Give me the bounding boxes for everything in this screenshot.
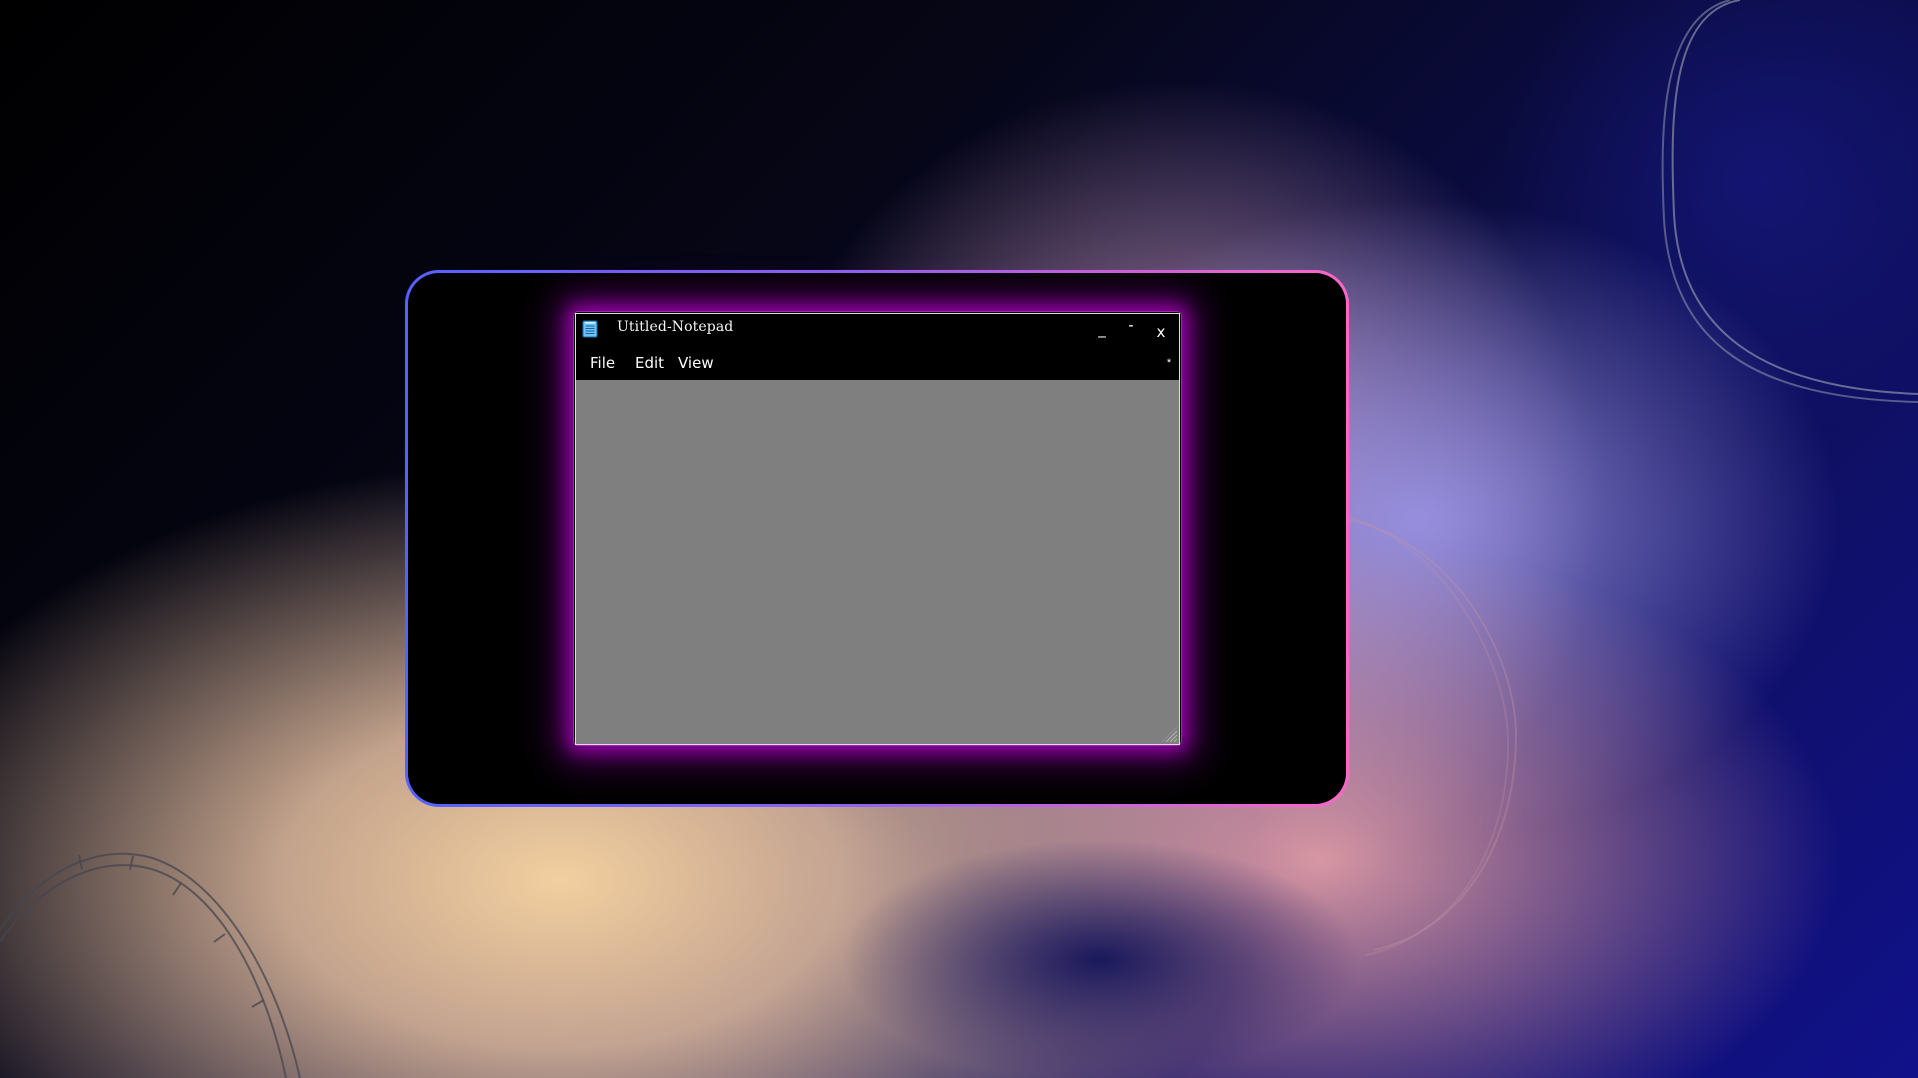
menu-view[interactable]: View — [678, 353, 714, 373]
maximize-button[interactable]: - — [1119, 314, 1143, 336]
close-button[interactable]: x — [1149, 321, 1173, 343]
text-editor[interactable] — [576, 380, 1179, 744]
menu-bar: File Edit View * — [576, 348, 1179, 380]
window-titlebar: Utitled-Notepad _ - x — [576, 314, 1179, 348]
notepad-icon — [581, 319, 599, 339]
asterisk-button[interactable]: * — [1163, 356, 1175, 370]
resize-grip-icon[interactable] — [1160, 725, 1178, 743]
menu-edit[interactable]: Edit — [635, 353, 664, 373]
window-title: Utitled-Notepad — [617, 319, 734, 335]
minimize-button[interactable]: _ — [1090, 318, 1114, 340]
notepad-window: Utitled-Notepad _ - x File Edit View * — [575, 313, 1180, 745]
menu-file[interactable]: File — [590, 353, 615, 373]
desktop-background: Utitled-Notepad _ - x File Edit View * — [0, 0, 1918, 1078]
